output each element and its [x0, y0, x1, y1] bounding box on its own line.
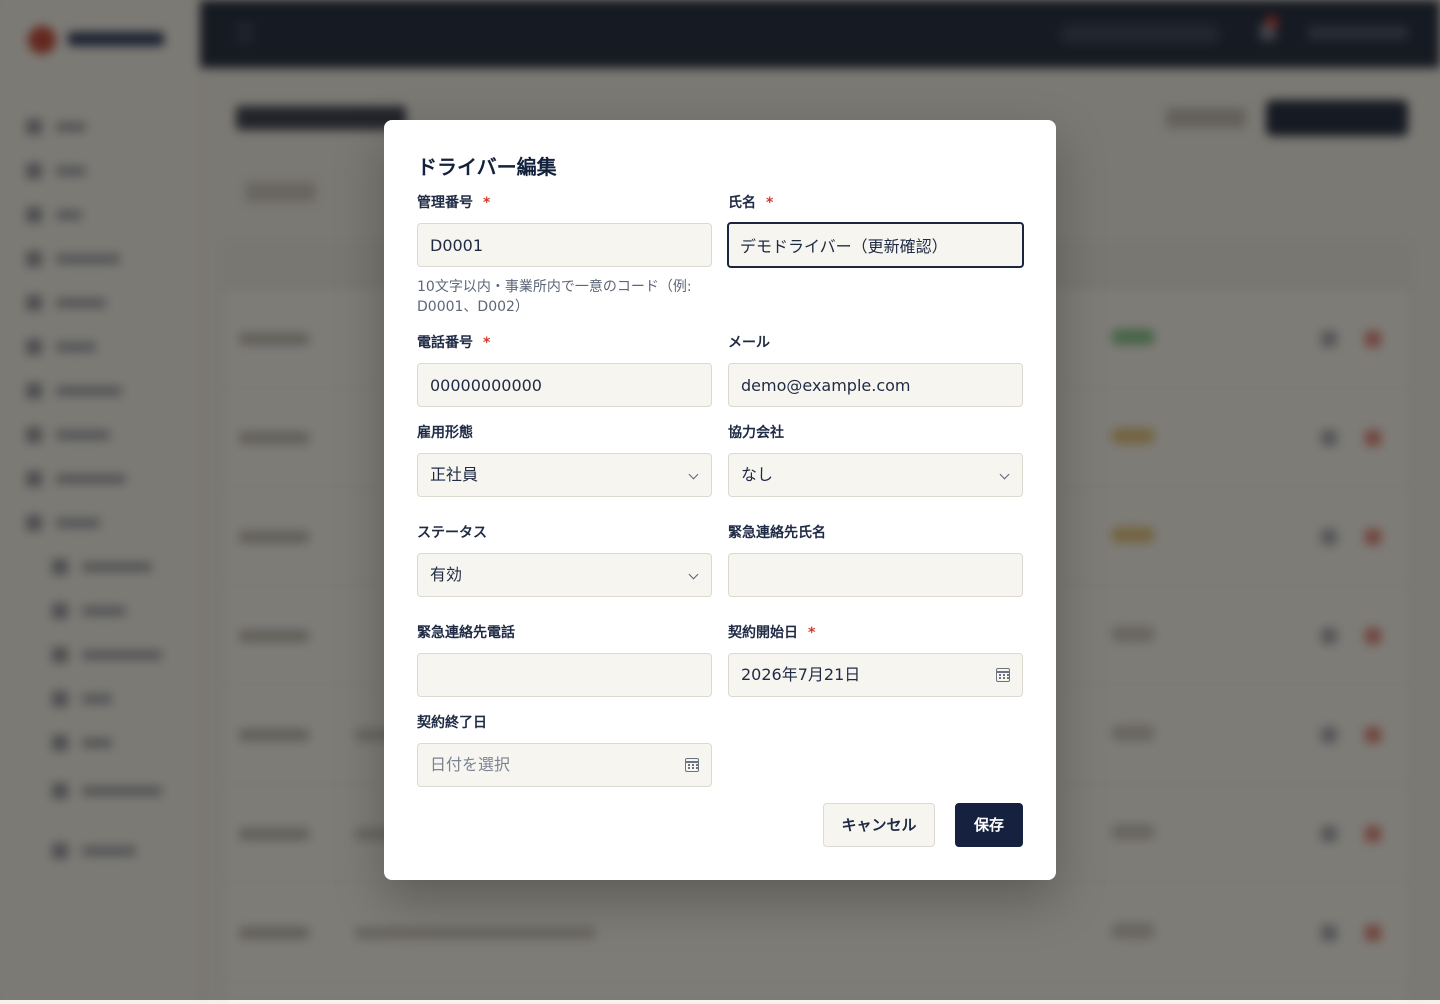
save-button[interactable]: 保存 [955, 803, 1023, 847]
required-mark: * [483, 335, 490, 351]
contract-start-label: 契約開始日 [728, 625, 798, 641]
emergency-name-label: 緊急連絡先氏名 [728, 523, 1023, 543]
management-no-label: 管理番号 [417, 195, 473, 211]
employment-type-field: 雇用形態 正社員 [417, 423, 712, 443]
field-label: 管理番号 * [417, 193, 712, 213]
chevron-down-icon [689, 570, 699, 580]
name-input[interactable] [727, 222, 1024, 268]
status-select[interactable]: 有効 [417, 553, 712, 597]
chevron-down-icon [689, 470, 699, 480]
chevron-down-icon [1000, 470, 1010, 480]
field-label: 電話番号 * [417, 333, 712, 353]
status-value: 有効 [430, 554, 462, 596]
contract-end-label: 契約終了日 [417, 713, 712, 733]
contract-start-value: 2026年7月21日 [741, 654, 860, 696]
employment-type-label: 雇用形態 [417, 423, 712, 443]
partner-company-field: 協力会社 なし [728, 423, 1023, 443]
contract-end-placeholder: 日付を選択 [430, 744, 510, 786]
required-mark: * [483, 195, 490, 211]
management-no-hint: 10文字以内・事業所内で一意のコード（例: D0001、D002） [417, 277, 717, 317]
partner-company-value: なし [741, 454, 773, 496]
required-mark: * [808, 625, 815, 641]
required-mark: * [766, 195, 773, 211]
partner-company-label: 協力会社 [728, 423, 1023, 443]
contract-start-date-picker[interactable]: 2026年7月21日 [728, 653, 1023, 697]
contract-start-field: 契約開始日* 2026年7月21日 [728, 623, 1023, 643]
management-no-field: 管理番号* 10文字以内・事業所内で一意のコード（例: D0001、D002） [417, 193, 712, 213]
contract-end-field: 契約終了日 日付を選択 [417, 713, 712, 733]
management-no-input[interactable] [417, 223, 712, 267]
emergency-phone-field: 緊急連絡先電話 [417, 623, 712, 643]
emergency-name-input[interactable] [728, 553, 1023, 597]
employment-type-select[interactable]: 正社員 [417, 453, 712, 497]
field-label: 氏名 * [728, 193, 1023, 213]
emergency-name-field: 緊急連絡先氏名 [728, 523, 1023, 543]
driver-edit-dialog: ドライバー編集 管理番号 * 10文字以内・事業所内で一意のコード（例: D000… [384, 120, 1056, 880]
name-field: 氏名 * [728, 193, 1023, 213]
email-input[interactable] [728, 363, 1023, 407]
cancel-button[interactable]: キャンセル [823, 803, 935, 847]
employment-type-value: 正社員 [430, 454, 478, 496]
status-label: ステータス [417, 523, 712, 543]
emergency-phone-label: 緊急連絡先電話 [417, 623, 712, 643]
field-label: 契約開始日 * [728, 623, 1023, 643]
dialog-title: ドライバー編集 [417, 151, 557, 180]
contract-end-date-picker[interactable]: 日付を選択 [417, 743, 712, 787]
email-label: メール [728, 333, 1023, 353]
calendar-icon[interactable] [685, 758, 699, 772]
email-field: メール [728, 333, 1023, 353]
phone-label: 電話番号 [417, 335, 473, 351]
name-label: 氏名 [728, 195, 756, 211]
calendar-icon[interactable] [996, 668, 1010, 682]
phone-field: 電話番号 * [417, 333, 712, 353]
emergency-phone-input[interactable] [417, 653, 712, 697]
partner-company-select[interactable]: なし [728, 453, 1023, 497]
status-field: ステータス 有効 [417, 523, 712, 543]
phone-input[interactable] [417, 363, 712, 407]
